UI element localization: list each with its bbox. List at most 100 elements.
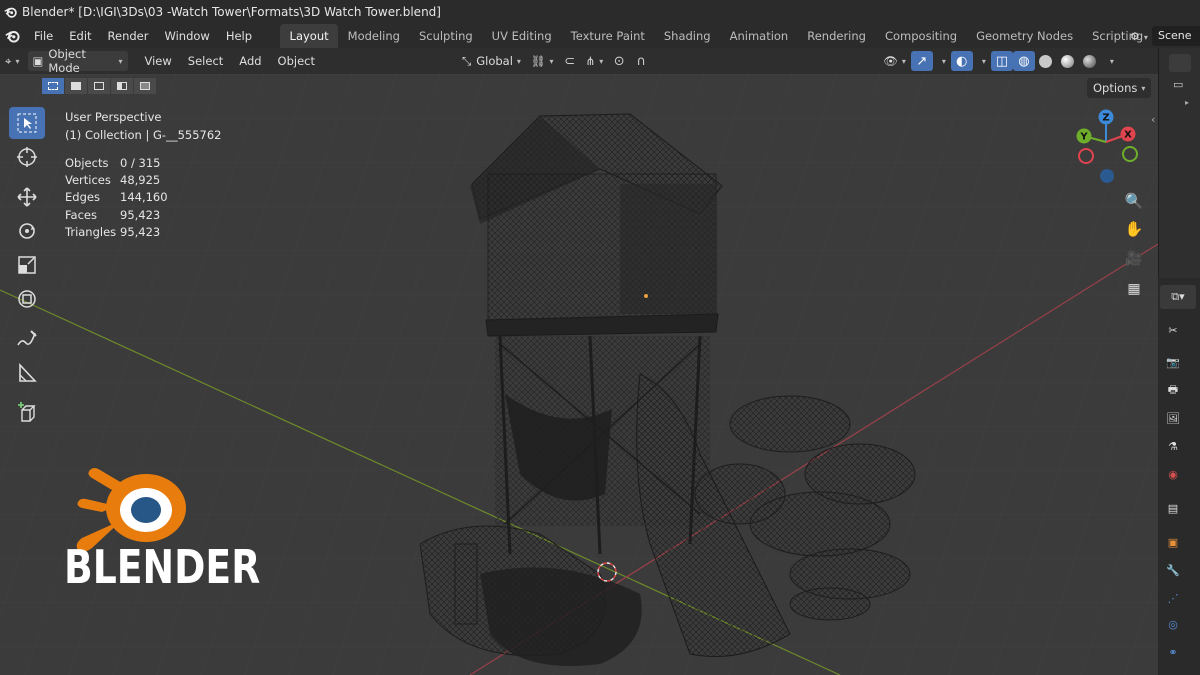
tab-uv-editing[interactable]: UV Editing — [482, 24, 561, 48]
collection-properties-icon[interactable]: ▤ — [1163, 498, 1183, 518]
menu-help[interactable]: Help — [218, 24, 260, 48]
tab-geometry-nodes[interactable]: Geometry Nodes — [967, 24, 1083, 48]
overlay-toggle[interactable]: ◐ — [950, 51, 973, 71]
scene-statistics: Objects 0 / 315 Vertices 48,925 Edges 144,1… — [65, 155, 221, 241]
shading-dropdown[interactable]: ▾ — [1101, 51, 1119, 71]
select-new-icon — [48, 82, 58, 90]
editor-type-button[interactable]: ⌖ ▾ — [0, 51, 25, 71]
object-properties-icon[interactable]: ▣ — [1163, 532, 1183, 552]
tool-properties-icon[interactable]: ✂ — [1163, 320, 1183, 340]
scale-icon — [18, 256, 36, 274]
stat-value: 95,423 — [120, 224, 161, 239]
modifier-properties-icon[interactable]: 🔧 — [1163, 560, 1183, 580]
snap-toggle[interactable]: ⊂ — [559, 51, 581, 71]
tab-layout[interactable]: Layout — [280, 24, 339, 48]
sidebar-toggle-icon[interactable]: ‹ — [1151, 113, 1155, 126]
shading-material-button[interactable] — [1057, 51, 1079, 71]
xray-icon: ◫ — [995, 53, 1008, 69]
tool-transform[interactable] — [9, 283, 45, 315]
outliner-display-mode[interactable] — [1169, 54, 1191, 72]
add-cube-icon — [18, 402, 36, 422]
collapse-arrow-icon[interactable]: ▸ — [1185, 98, 1189, 107]
camera-icon: 🎥 — [1125, 251, 1143, 267]
shading-solid-button[interactable] — [1035, 51, 1057, 71]
tool-rotate[interactable] — [9, 215, 45, 247]
tab-modeling[interactable]: Modeling — [338, 24, 409, 48]
navigation-gizmo[interactable]: Z X Y — [1068, 104, 1144, 190]
tool-cursor[interactable] — [9, 141, 45, 173]
tool-shelf — [9, 107, 45, 431]
title-bar: Blender* [D:\IGI\3Ds\03 -Watch Tower\For… — [0, 0, 1200, 24]
scene-selector[interactable]: ⚙ ▾ Scene — [1126, 24, 1200, 48]
measure-icon — [19, 362, 37, 382]
output-properties-icon[interactable]: 🖶 — [1163, 380, 1183, 400]
transform-orientation-dropdown[interactable]: ⤡ Global ▾ — [457, 51, 526, 71]
constraints-properties-icon[interactable]: ⚭ — [1163, 642, 1183, 662]
tab-rendering[interactable]: Rendering — [798, 24, 876, 48]
tab-texture-paint[interactable]: Texture Paint — [561, 24, 654, 48]
particles-properties-icon[interactable]: ⋰ — [1163, 588, 1183, 608]
snap-increment-icon: ⋔ — [585, 54, 596, 68]
shading-wireframe-button[interactable]: ◍ — [1012, 51, 1035, 71]
menu-object[interactable]: Object — [270, 54, 323, 68]
select-extend-button[interactable] — [65, 78, 87, 94]
menu-add[interactable]: Add — [231, 54, 269, 68]
tool-annotate[interactable] — [9, 323, 45, 355]
tab-animation[interactable]: Animation — [720, 24, 798, 48]
blender-menu-button[interactable] — [0, 24, 26, 48]
select-new-button[interactable] — [42, 78, 64, 94]
menu-render[interactable]: Render — [100, 24, 157, 48]
select-invert-button[interactable] — [111, 78, 133, 94]
tool-move[interactable] — [9, 181, 45, 213]
outliner-filter-icon[interactable]: ▭ — [1173, 78, 1183, 91]
orientation-icon: ⤡ — [462, 53, 472, 68]
tab-sculpting[interactable]: Sculpting — [409, 24, 482, 48]
scene-name[interactable]: Scene — [1152, 26, 1200, 46]
options-dropdown[interactable]: Options ▾ — [1087, 78, 1152, 98]
tab-shading[interactable]: Shading — [654, 24, 720, 48]
menu-window[interactable]: Window — [156, 24, 217, 48]
x-axis-label: X — [1124, 130, 1132, 141]
gizmo-toggle[interactable]: ↗ — [910, 51, 933, 71]
tool-select-box[interactable] — [9, 107, 45, 139]
select-intersect-button[interactable] — [134, 78, 156, 94]
hand-icon: ✋ — [1124, 220, 1144, 238]
menu-view[interactable]: View — [137, 54, 180, 68]
camera-view-button[interactable]: 🎥 — [1121, 246, 1147, 272]
render-properties-icon[interactable]: 📷 — [1163, 352, 1183, 372]
zoom-button[interactable]: 🔍 — [1121, 188, 1147, 214]
proportional-edit-toggle[interactable]: ⊙ — [608, 51, 630, 71]
physics-properties-icon[interactable]: ◎ — [1163, 614, 1183, 634]
gizmo-dropdown[interactable]: ▾ — [933, 51, 951, 71]
tool-add-cube[interactable] — [9, 397, 45, 429]
object-mode-icon: ▣ — [32, 54, 44, 68]
tab-compositing[interactable]: Compositing — [875, 24, 966, 48]
overlay-dropdown[interactable]: ▾ — [973, 51, 991, 71]
world-properties-icon[interactable]: ◉ — [1163, 464, 1183, 484]
snap-target-dropdown[interactable]: ⋔ ▾ — [581, 51, 609, 71]
perspective-toggle-button[interactable]: ▦ — [1121, 276, 1147, 302]
properties-display-mode[interactable]: ⧉▾ — [1160, 285, 1196, 309]
stat-row: Edges 144,160 — [65, 189, 221, 206]
falloff-dropdown[interactable]: ∩ — [630, 51, 652, 71]
solid-sphere-icon — [1039, 54, 1053, 68]
tool-scale[interactable] — [9, 249, 45, 281]
select-subtract-button[interactable] — [88, 78, 110, 94]
shading-rendered-button[interactable] — [1079, 51, 1101, 71]
pivot-point-dropdown[interactable]: ⛓ ▾ — [526, 51, 559, 71]
mode-dropdown[interactable]: ▣ Object Mode ▾ — [27, 47, 128, 75]
menu-edit[interactable]: Edit — [61, 24, 99, 48]
pan-button[interactable]: ✋ — [1121, 216, 1147, 242]
view-layer-properties-icon[interactable]: 🖼 — [1163, 408, 1183, 428]
blender-wordmark: BLENDER — [64, 540, 261, 594]
tool-measure[interactable] — [9, 357, 45, 389]
stat-row: Faces 95,423 — [65, 207, 221, 224]
blender-icon — [5, 31, 20, 43]
xray-toggle[interactable]: ◫ — [990, 51, 1013, 71]
menu-select[interactable]: Select — [180, 54, 231, 68]
scene-properties-icon[interactable]: ⚗ — [1163, 436, 1183, 456]
menu-file[interactable]: File — [26, 24, 61, 48]
wireframe-sphere-icon: ◍ — [1018, 53, 1030, 69]
viewport-header: ⌖ ▾ ▣ Object Mode ▾ View Select Add Objec… — [0, 47, 1158, 75]
visibility-dropdown[interactable]: 👁 ▾ — [878, 51, 911, 71]
